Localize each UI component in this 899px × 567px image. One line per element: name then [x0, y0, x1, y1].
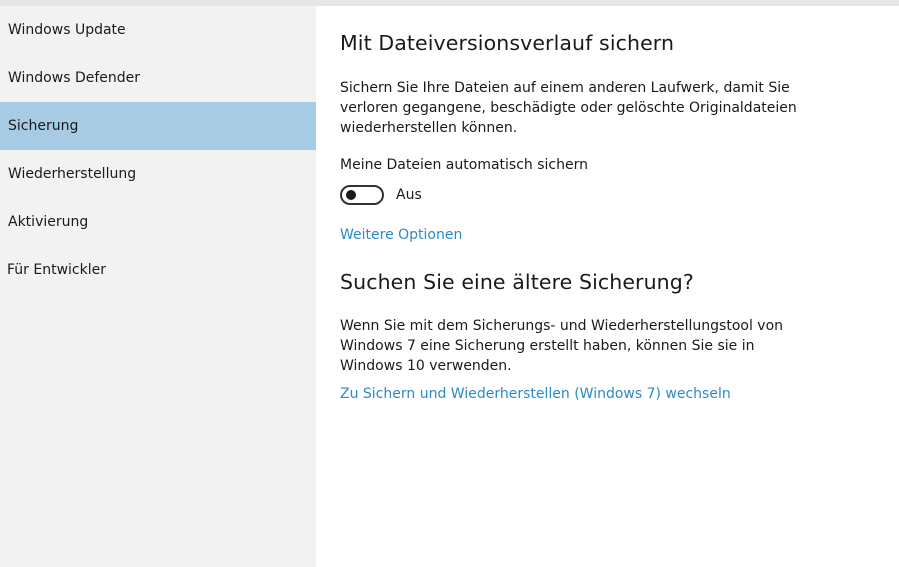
auto-backup-toggle[interactable]	[340, 185, 384, 205]
sidebar-item-windows-update[interactable]: Windows Update	[0, 6, 316, 54]
sidebar-item-aktivierung[interactable]: Aktivierung	[0, 198, 316, 246]
windows7-backup-link[interactable]: Zu Sichern und Wiederherstellen (Windows…	[340, 386, 731, 402]
older-backup-description-line-2: Windows 7 eine Sicherung erstellt haben,…	[340, 338, 755, 354]
settings-sidebar: Windows Update Windows Defender Sicherun…	[0, 6, 316, 567]
file-history-description-line-2: verloren gegangene, beschädigte oder gel…	[340, 100, 797, 116]
older-backup-heading: Suchen Sie eine ältere Sicherung?	[340, 270, 694, 294]
file-history-description-line-1: Sichern Sie Ihre Dateien auf einem ander…	[340, 80, 790, 96]
file-history-description: Sichern Sie Ihre Dateien auf einem ander…	[340, 78, 797, 138]
file-history-heading: Mit Dateiversionsverlauf sichern	[340, 31, 675, 55]
more-options-link[interactable]: Weitere Optionen	[340, 227, 462, 243]
toggle-state-label: Aus	[396, 187, 422, 203]
older-backup-description: Wenn Sie mit dem Sicherungs- und Wiederh…	[340, 316, 783, 376]
auto-backup-label: Meine Dateien automatisch sichern	[340, 157, 588, 173]
older-backup-description-line-1: Wenn Sie mit dem Sicherungs- und Wiederh…	[340, 318, 784, 334]
sidebar-item-sicherung[interactable]: Sicherung	[0, 102, 316, 150]
backup-settings-panel: Mit Dateiversionsverlauf sichern Sichern…	[316, 6, 899, 567]
older-backup-description-line-3: Windows 10 verwenden.	[340, 358, 512, 374]
toggle-knob	[346, 190, 356, 200]
file-history-description-line-3: wiederherstellen können.	[340, 120, 518, 136]
sidebar-item-fuer-entwickler[interactable]: Für Entwickler	[0, 246, 316, 294]
sidebar-item-wiederherstellung[interactable]: Wiederherstellung	[0, 150, 316, 198]
sidebar-item-windows-defender[interactable]: Windows Defender	[0, 54, 316, 102]
